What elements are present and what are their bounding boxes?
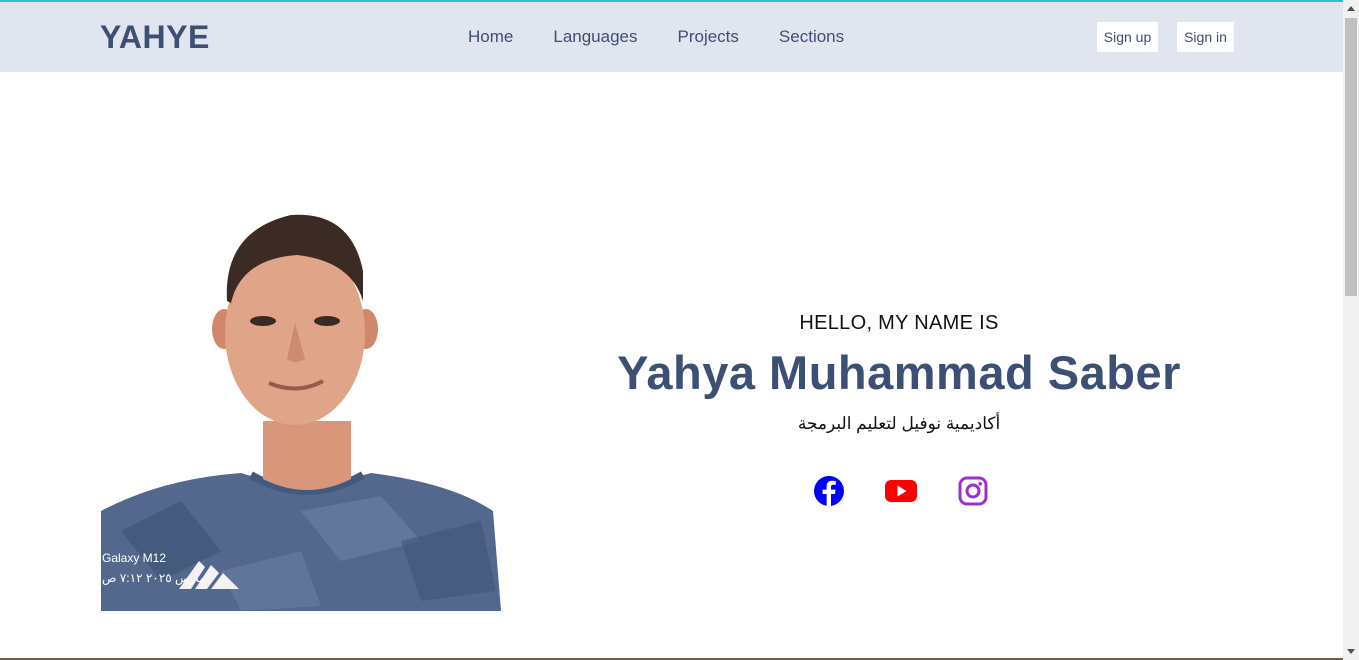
hero-subtitle: أكاديمية نوفيل لتعليم البرمجة bbox=[797, 414, 1001, 433]
social-links bbox=[812, 474, 990, 508]
youtube-icon[interactable] bbox=[884, 474, 918, 508]
hero-greeting: HELLO, MY NAME IS bbox=[799, 312, 999, 334]
hero-section: HELLO, MY NAME IS Yahya Muhammad Saber أ… bbox=[599, 310, 1199, 434]
scroll-down-arrow-icon[interactable] bbox=[1347, 649, 1355, 654]
nav-link-projects[interactable]: Projects bbox=[678, 27, 739, 47]
main-nav: Home Languages Projects Sections bbox=[468, 27, 844, 47]
hero-name: Yahya Muhammad Saber bbox=[617, 346, 1181, 399]
navbar: YAHYE Home Languages Projects Sections S… bbox=[0, 2, 1343, 72]
nav-link-sections[interactable]: Sections bbox=[779, 27, 844, 47]
scrollbar-thumb[interactable] bbox=[1345, 18, 1357, 296]
site-logo[interactable]: YAHYE bbox=[100, 19, 210, 56]
page: YAHYE Home Languages Projects Sections S… bbox=[0, 0, 1359, 660]
profile-photo: Galaxy M12 مارس ٢٠٢٥ ٧:١٢ ص bbox=[101, 211, 501, 611]
nav-link-home[interactable]: Home bbox=[468, 27, 513, 47]
nav-link-languages[interactable]: Languages bbox=[553, 27, 637, 47]
photo-watermark: Galaxy M12 مارس ٢٠٢٥ ٧:١٢ ص bbox=[102, 548, 206, 588]
photo-watermark-line1: Galaxy M12 bbox=[102, 551, 167, 565]
signup-button[interactable]: Sign up bbox=[1097, 22, 1158, 52]
vertical-scrollbar[interactable] bbox=[1343, 0, 1359, 660]
signin-button[interactable]: Sign in bbox=[1177, 22, 1234, 52]
instagram-icon[interactable] bbox=[956, 474, 990, 508]
photo-watermark-line2: مارس ٢٠٢٥ ٧:١٢ ص bbox=[102, 571, 206, 585]
scroll-up-arrow-icon[interactable] bbox=[1347, 6, 1355, 11]
facebook-icon[interactable] bbox=[812, 474, 846, 508]
